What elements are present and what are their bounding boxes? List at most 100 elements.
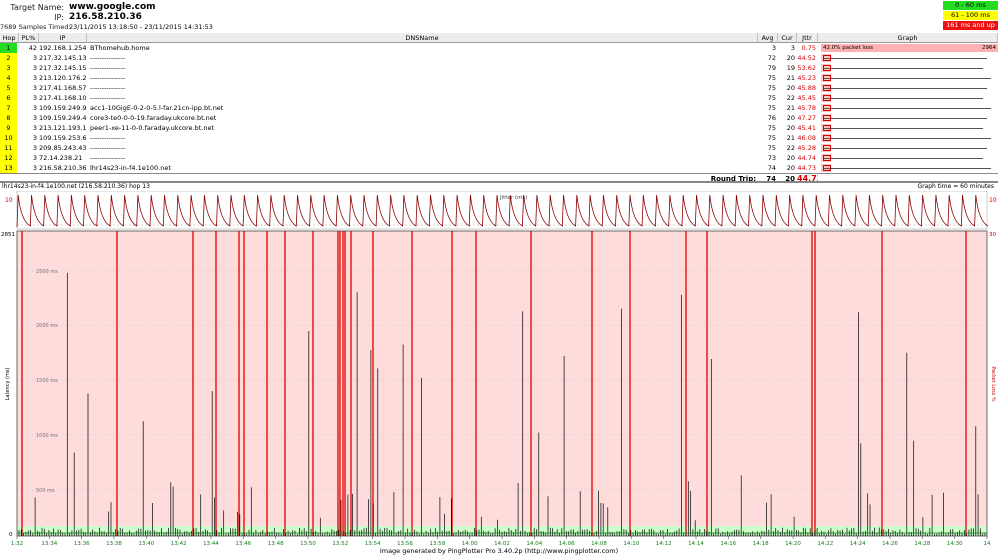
hop-cur: 21 — [786, 104, 795, 112]
hop-row[interactable]: 8 3 109.159.249.43 core3-te0-0-0-19.faraday… — [0, 113, 998, 123]
hop-latency-bar — [821, 154, 998, 162]
hop-ip: 213.120.176.2 — [39, 74, 87, 82]
hop-number: 9 — [0, 123, 17, 133]
hop-ip: 192.168.1.254 — [39, 44, 87, 52]
packet-loss-axis-label: Packet Loss % — [990, 366, 996, 402]
hop-avg-marker — [823, 95, 831, 101]
hop-jttr: 45.41 — [797, 124, 816, 132]
hop-cur: 22 — [786, 144, 795, 152]
hop-dns: core3-te0-0-0-19.faraday.ukcore.bt.net — [90, 114, 217, 122]
hop-range-line — [823, 108, 991, 109]
hop-row[interactable]: 13 3 216.58.210.36 lhr14s23-in-f4.1e100.net… — [0, 163, 998, 173]
hop-jttr: 53.62 — [797, 64, 816, 72]
packet-loss-max-label: 30 — [989, 232, 996, 238]
hop-number: 3 — [0, 63, 17, 73]
hop-ip: 217.41.168.107 — [39, 94, 87, 102]
hop-row[interactable]: 2 3 217.32.145.132 --------------- 72 20 44.52 — [0, 53, 998, 63]
latency-axis-label: Latency (ms) — [5, 368, 11, 401]
hop-row[interactable]: 1 42 192.168.1.254 BThomehub.home 3 3 0.75 42.0… — [0, 43, 998, 53]
latency-pane: 2500 ms 2000 ms 1500 ms 1000 ms 500 ms — [17, 231, 987, 536]
hop-pl: 3 — [32, 74, 37, 82]
hop-range-line — [823, 88, 987, 89]
col-graph[interactable]: Graph — [818, 33, 998, 43]
hop-jttr: 45.88 — [797, 84, 816, 92]
hop-number: 11 — [0, 143, 17, 153]
target-name-value: www.google.com — [69, 2, 156, 12]
y-tick-label: 2500 ms — [36, 269, 58, 275]
hop-avg: 79 — [767, 64, 776, 72]
generated-by-footer: Image generated by PingPlotter Pro 3.40.… — [379, 547, 619, 555]
y-tick-label: 500 ms — [36, 488, 55, 494]
jitter-scale-left: 10 — [5, 197, 13, 204]
col-dns[interactable]: DNSName — [87, 33, 758, 43]
hop-range-line — [823, 58, 987, 59]
col-cur[interactable]: Cur — [778, 33, 797, 43]
hop-latency-bar — [821, 164, 998, 172]
col-avg[interactable]: Avg — [758, 33, 778, 43]
hop-dns: peer1-xe-11-0-0.faraday.ukcore.bt.net — [90, 124, 215, 132]
hop-latency-bar — [821, 104, 998, 112]
hop-range-line — [823, 118, 987, 119]
hop-jttr: 45.23 — [797, 74, 816, 82]
hop-avg: 72 — [767, 54, 776, 62]
col-pl[interactable]: PL% — [19, 33, 39, 43]
hop-latency-bar — [821, 64, 998, 72]
hop-row[interactable]: 5 3 217.41.168.57 --------------- 75 20 45.88 — [0, 83, 998, 93]
col-hop[interactable]: Hop — [0, 33, 19, 43]
hop-ip: 109.159.253.67 — [39, 134, 87, 142]
hop-row[interactable]: 3 3 217.32.145.158 --------------- 79 19 53.62 — [0, 63, 998, 73]
hop-avg-marker — [823, 105, 831, 111]
hop-cur: 20 — [786, 154, 795, 162]
hop-latency-bar — [821, 84, 998, 92]
hop-ip: 109.159.249.99 — [39, 104, 87, 112]
summary-header: Target Name: www.google.com IP: 216.58.2… — [0, 0, 998, 32]
hop-avg: 74 — [767, 164, 776, 172]
hop-avg: 75 — [767, 124, 776, 132]
hop-row[interactable]: 7 3 109.159.249.99 acc1-10GigE-0-2-0-5.l-fa… — [0, 103, 998, 113]
hop-cur: 20 — [786, 54, 795, 62]
hop-row[interactable]: 12 3 72.14.238.21 --------------- 73 20 44.74 — [0, 153, 998, 163]
time-graph[interactable]: Jitter (ms)10 10 2500 ms2000 ms1500 ms100… — [0, 191, 998, 547]
hop-number: 13 — [0, 163, 17, 173]
hop-dns: --------------- — [90, 74, 126, 82]
hop-avg: 75 — [767, 134, 776, 142]
hop-latency-bar — [821, 134, 998, 142]
hop1-max-label: 2964 — [982, 45, 996, 51]
hop-avg-marker — [823, 75, 831, 81]
hop-row[interactable]: 11 3 209.85.243.43 --------------- 75 22 45.28 — [0, 143, 998, 153]
hop-ip: 217.41.168.57 — [39, 84, 87, 92]
hop-row[interactable]: 6 3 217.41.168.107 --------------- 75 22 45.45 — [0, 93, 998, 103]
hop-pl: 42 — [28, 44, 37, 52]
graph-title: lhr14s23-in-f4.1e100.net (216.58.210.36)… — [2, 183, 150, 190]
hop-row[interactable]: 10 3 109.159.253.67 --------------- 75 21 46.0… — [0, 133, 998, 143]
y-tick-label: 1000 ms — [36, 433, 58, 439]
graph-time-label[interactable]: Graph time = 60 minutes — [917, 183, 994, 191]
jitter-pane: Jitter (ms)10 10 — [5, 191, 997, 230]
samples-value: 23/11/2015 13:18:50 - 23/11/2015 14:31:5… — [69, 23, 213, 31]
ip-label: IP: — [54, 13, 64, 22]
jitter-scale-right: 10 — [989, 197, 997, 204]
hop-latency-bar — [821, 94, 998, 102]
hop-jttr: 45.78 — [797, 104, 816, 112]
hop-number: 2 — [0, 53, 17, 63]
col-ip[interactable]: IP — [39, 33, 87, 43]
col-jttr[interactable]: Jttr — [797, 33, 818, 43]
hop-range-line — [823, 168, 991, 169]
hop-latency-bar: 42.0% packet loss 2964 — [821, 44, 998, 52]
hop-number: 8 — [0, 113, 17, 123]
hop-number: 12 — [0, 153, 17, 163]
legend-warn: 61 - 100 ms — [943, 11, 998, 20]
hop-pl: 3 — [32, 124, 37, 132]
hop-dns: --------------- — [90, 144, 126, 152]
hop-cur: 21 — [786, 74, 795, 82]
hop-ip: 217.32.145.158 — [39, 64, 87, 72]
hop-avg: 75 — [767, 144, 776, 152]
table-header-row: Hop PL% IP DNSName Avg Cur Jttr Graph — [0, 33, 998, 43]
hop-row[interactable]: 9 3213.121.193.169peer1-xe-11-0-0.faraday… — [0, 123, 998, 133]
hop-latency-bar — [821, 144, 998, 152]
hop-number: 1 — [0, 43, 17, 53]
y-tick-label: 1500 ms — [36, 378, 58, 384]
hop-dns: --------------- — [90, 94, 126, 102]
hop-row[interactable]: 4 3 213.120.176.2 --------------- 75 21 45.23 — [0, 73, 998, 83]
hop-pl: 3 — [32, 94, 37, 102]
